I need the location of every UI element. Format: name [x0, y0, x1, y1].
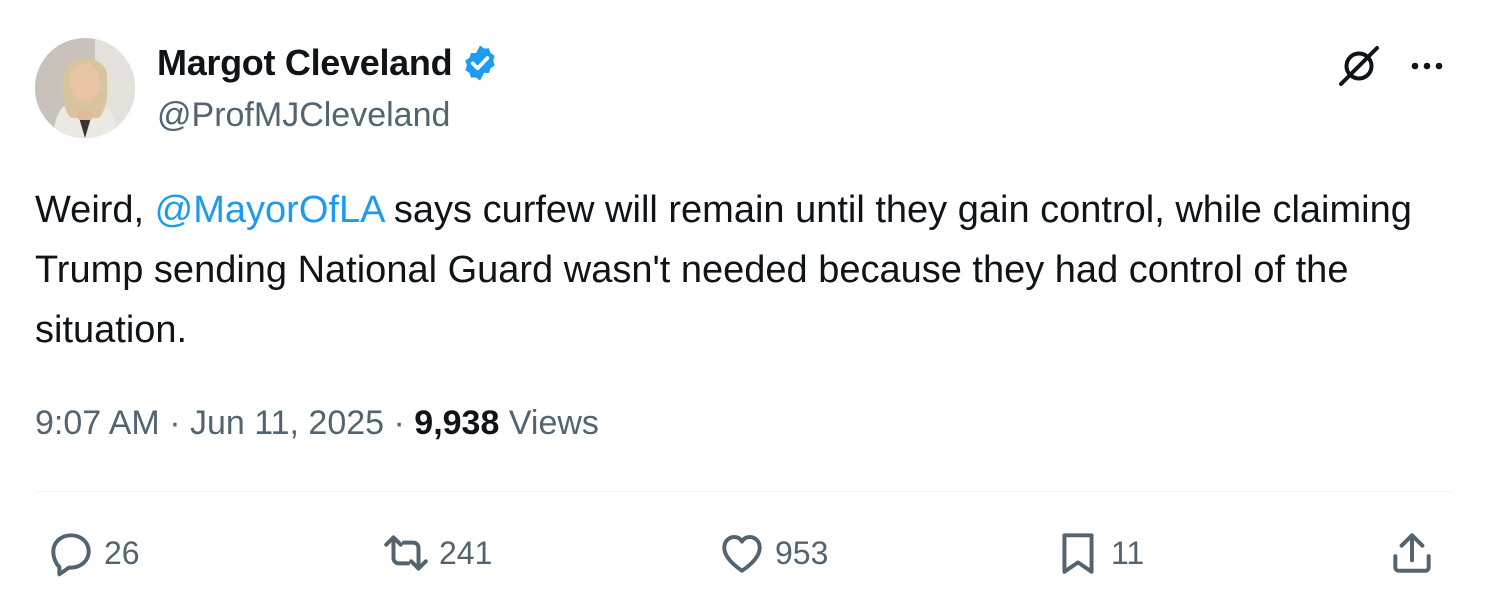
tweet-meta: 9:07 AM · Jun 11, 2025 · 9,938 Views: [35, 404, 599, 443]
author-name-row[interactable]: Margot Cleveland: [157, 42, 500, 84]
share-icon: [1393, 533, 1431, 573]
divider: [35, 491, 1451, 492]
repost-count: 241: [439, 534, 493, 571]
verified-badge-icon: [465, 45, 495, 81]
like-button[interactable]: 953: [717, 528, 828, 578]
meta-separator: ·: [159, 404, 190, 442]
more-icon[interactable]: [1405, 44, 1449, 88]
grok-icon[interactable]: [1335, 42, 1383, 90]
like-count: 953: [775, 534, 829, 571]
meta-separator: ·: [384, 404, 415, 442]
avatar-image: [35, 38, 135, 138]
avatar[interactable]: [35, 38, 135, 138]
bookmark-button[interactable]: 11: [1053, 528, 1144, 578]
tweet-date[interactable]: Jun 11, 2025: [190, 404, 384, 442]
reply-icon: [51, 533, 91, 577]
like-icon: [722, 534, 762, 573]
tweet-text: Weird, @MayorOfLA says curfew will remai…: [35, 180, 1445, 360]
repost-icon: [384, 535, 428, 571]
repost-button[interactable]: 241: [381, 528, 492, 578]
mention-link[interactable]: @MayorOfLA: [155, 189, 384, 231]
author-handle[interactable]: @ProfMJCleveland: [157, 96, 450, 135]
tweet-text-start: Weird,: [35, 189, 155, 231]
tweet-time[interactable]: 9:07 AM: [35, 404, 160, 442]
bookmark-count: 11: [1111, 534, 1145, 571]
share-button[interactable]: [1387, 528, 1437, 578]
bookmark-icon: [1062, 533, 1094, 574]
views-count: 9,938: [414, 404, 500, 442]
reply-button[interactable]: 26: [46, 528, 140, 578]
views-label: Views: [499, 404, 599, 442]
author-display-name[interactable]: Margot Cleveland: [157, 42, 453, 84]
reply-count: 26: [104, 534, 140, 571]
